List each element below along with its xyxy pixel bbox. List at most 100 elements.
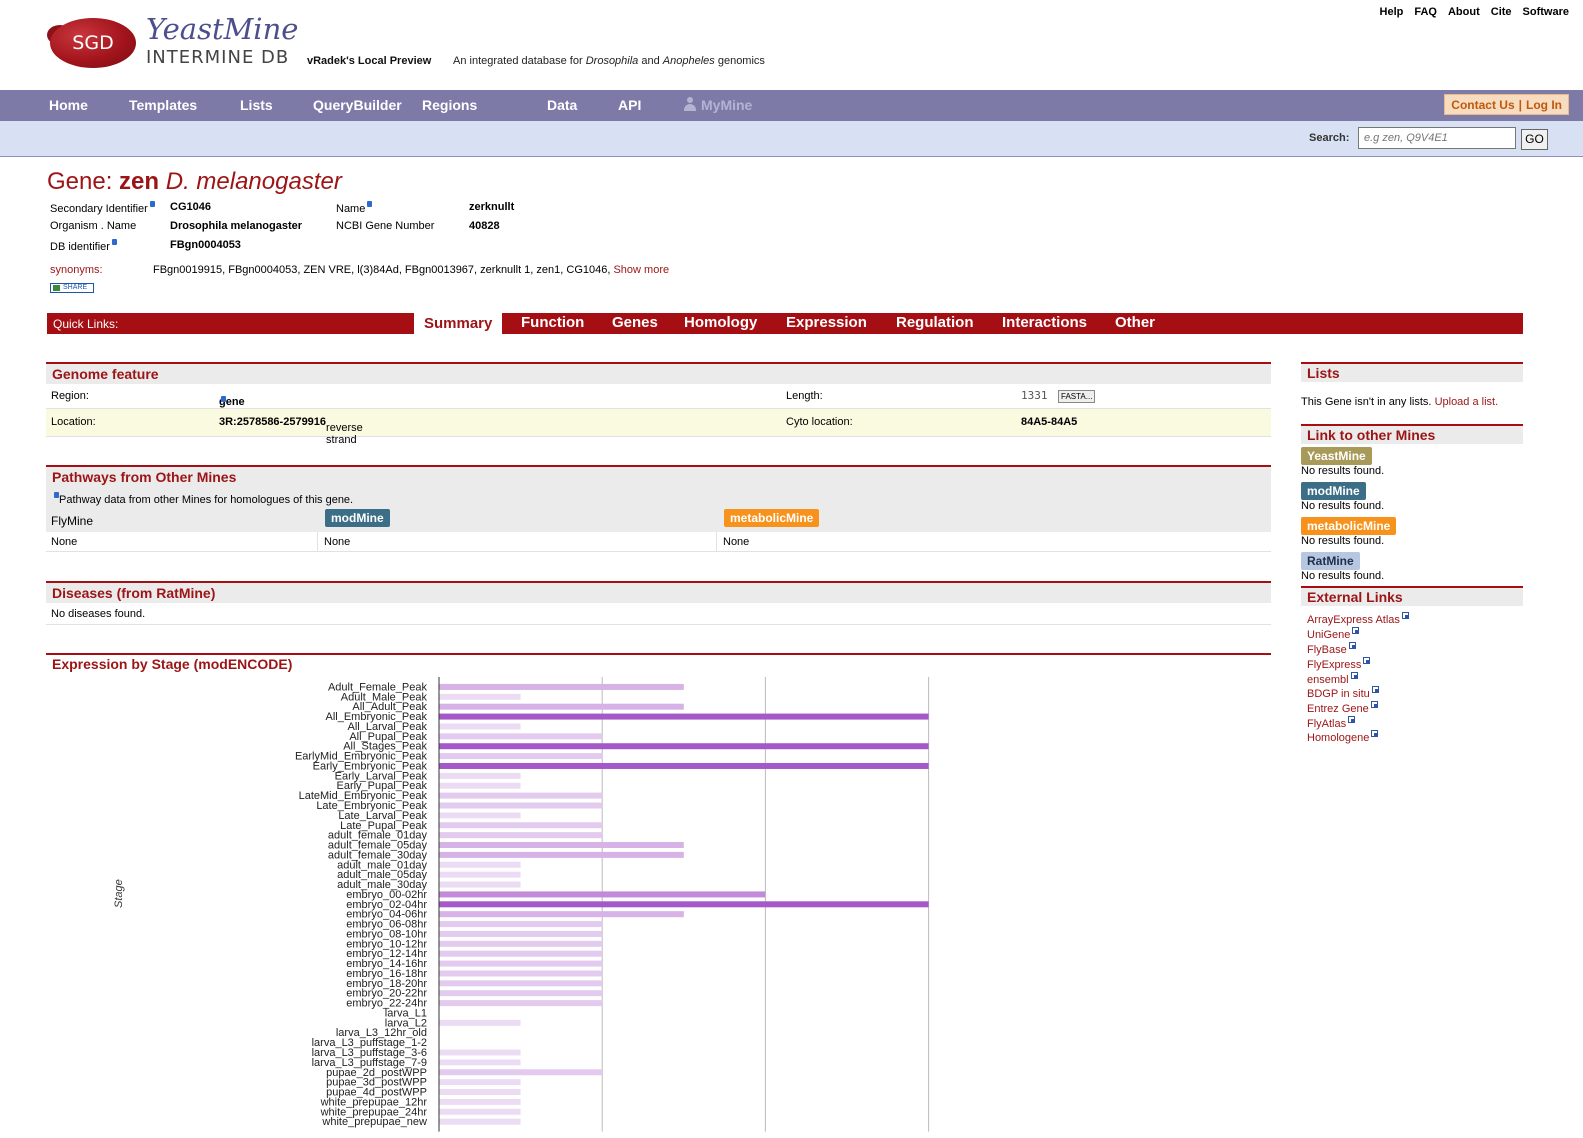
chart-bar[interactable]: [439, 782, 521, 789]
chart-bar[interactable]: [439, 1079, 521, 1086]
chart-bar[interactable]: [439, 1089, 521, 1096]
about-link[interactable]: About: [1448, 6, 1480, 18]
ratmine-result: No results found.: [1301, 570, 1385, 582]
external-link[interactable]: Homologene: [1307, 730, 1379, 744]
ratmine-badge[interactable]: RatMine: [1301, 552, 1360, 570]
tab-regulation[interactable]: Regulation: [896, 314, 974, 331]
tab-genes[interactable]: Genes: [612, 314, 658, 331]
chart-bar[interactable]: [439, 713, 929, 720]
cite-link[interactable]: Cite: [1491, 6, 1512, 18]
show-more-link[interactable]: Show more: [613, 264, 669, 276]
tab-expression[interactable]: Expression: [786, 314, 867, 331]
share-button[interactable]: SHARE: [50, 283, 94, 293]
modmine-badge[interactable]: modMine: [325, 509, 390, 527]
chart-bar[interactable]: [439, 1049, 521, 1056]
external-link[interactable]: FlyExpress: [1307, 657, 1371, 671]
length-label: Length:: [786, 390, 823, 402]
chart-bar[interactable]: [439, 881, 521, 888]
yeastmine-badge[interactable]: YeastMine: [1301, 447, 1372, 465]
tab-interactions[interactable]: Interactions: [1002, 314, 1087, 331]
chart-bar[interactable]: [439, 762, 929, 769]
menu-querybuilder[interactable]: QueryBuilder: [313, 97, 402, 113]
software-link[interactable]: Software: [1523, 6, 1569, 18]
chart-bar[interactable]: [439, 950, 603, 957]
brand-name[interactable]: YeastMine: [146, 12, 298, 46]
chart-bar[interactable]: [439, 693, 521, 700]
chart-bar[interactable]: [439, 1069, 603, 1076]
chart-bar[interactable]: [439, 1059, 521, 1066]
search-input[interactable]: [1358, 127, 1516, 149]
chart-bar[interactable]: [439, 940, 603, 947]
chart-bar[interactable]: [439, 1019, 521, 1026]
tab-summary[interactable]: Summary: [414, 313, 503, 334]
chart-bar[interactable]: [439, 970, 603, 977]
external-link[interactable]: UniGene: [1307, 627, 1360, 641]
metabolicmine-badge[interactable]: metabolicMine: [1301, 517, 1397, 535]
info-icon[interactable]: [111, 239, 117, 245]
chart-bar[interactable]: [439, 980, 603, 987]
tab-homology[interactable]: Homology: [684, 314, 757, 331]
faq-link[interactable]: FAQ: [1414, 6, 1437, 18]
menu-regions[interactable]: Regions: [422, 97, 477, 113]
chart-bar[interactable]: [439, 911, 684, 918]
chart-bar[interactable]: [439, 1108, 521, 1115]
chart-bar[interactable]: [439, 861, 521, 868]
external-link[interactable]: ArrayExpress Atlas: [1307, 612, 1409, 626]
chart-bar[interactable]: [439, 772, 521, 779]
chart-bar[interactable]: [439, 1118, 521, 1125]
synonyms-label: synonyms:: [50, 264, 103, 276]
menu-templates[interactable]: Templates: [129, 97, 197, 113]
chart-bar[interactable]: [439, 812, 521, 819]
chart-bar[interactable]: [439, 743, 929, 750]
chart-bar[interactable]: [439, 990, 603, 997]
info-icon[interactable]: [149, 201, 155, 207]
external-link-icon: [1363, 657, 1371, 664]
chart-bar[interactable]: [439, 822, 603, 829]
login-link[interactable]: Log In: [1526, 98, 1562, 112]
chart-bar[interactable]: [439, 930, 603, 937]
chart-bar[interactable]: [439, 901, 929, 908]
metabolicmine-badge[interactable]: metabolicMine: [724, 509, 820, 527]
chart-bar[interactable]: [439, 842, 684, 849]
chart-bar[interactable]: [439, 891, 766, 898]
external-link[interactable]: BDGP in situ: [1307, 686, 1379, 700]
search-bar: Search: GO: [0, 121, 1583, 157]
help-link[interactable]: Help: [1380, 6, 1404, 18]
external-link[interactable]: FlyAtlas: [1307, 716, 1356, 730]
chart-bar[interactable]: [439, 703, 684, 710]
upload-list-link[interactable]: Upload a list.: [1435, 396, 1499, 408]
info-icon[interactable]: [221, 396, 226, 402]
external-link[interactable]: ensembl: [1307, 672, 1358, 686]
chart-bar[interactable]: [439, 921, 603, 928]
top-links: Help FAQ About Cite Software: [1380, 6, 1569, 18]
chart-bar[interactable]: [439, 733, 603, 740]
chart-bar[interactable]: [439, 792, 603, 799]
chart-bar[interactable]: [439, 960, 603, 967]
contact-us-link[interactable]: Contact Us: [1451, 98, 1514, 112]
pathways-note: Pathway data from other Mines for homolo…: [52, 492, 353, 506]
sgd-logo[interactable]: SGD: [50, 18, 136, 68]
chart-bar[interactable]: [439, 1000, 603, 1007]
search-go-button[interactable]: GO: [1521, 129, 1548, 150]
chart-bar[interactable]: [439, 871, 521, 878]
menu-lists[interactable]: Lists: [240, 97, 273, 113]
external-link[interactable]: Entrez Gene: [1307, 701, 1378, 715]
chart-bar[interactable]: [439, 753, 603, 760]
modmine-badge[interactable]: modMine: [1301, 482, 1366, 500]
chart-bar[interactable]: [439, 851, 684, 858]
tab-function[interactable]: Function: [521, 314, 584, 331]
chart-bar[interactable]: [439, 683, 684, 690]
tab-other[interactable]: Other: [1115, 314, 1155, 331]
summary-label: DB identifier: [50, 239, 117, 253]
external-link[interactable]: FlyBase: [1307, 642, 1356, 656]
info-icon[interactable]: [367, 201, 373, 207]
chart-bar[interactable]: [439, 832, 603, 839]
menu-api[interactable]: API: [618, 97, 641, 113]
menu-data[interactable]: Data: [547, 97, 577, 113]
chart-bar[interactable]: [439, 1098, 521, 1105]
menu-home[interactable]: Home: [49, 97, 88, 113]
chart-bar[interactable]: [439, 802, 603, 809]
fasta-button[interactable]: FASTA...: [1058, 390, 1096, 403]
menu-mymine[interactable]: MyMine: [683, 97, 752, 113]
chart-bar[interactable]: [439, 723, 521, 730]
